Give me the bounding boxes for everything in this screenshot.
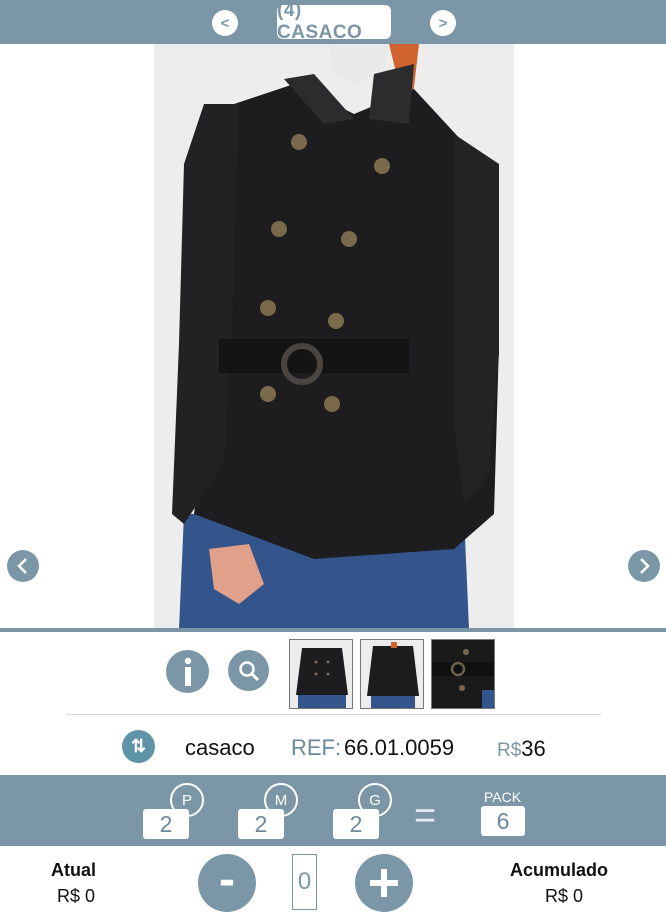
coat-illustration <box>154 44 514 629</box>
size-qty-p[interactable]: 2 <box>143 809 189 839</box>
thumbnail-detail[interactable] <box>431 639 495 709</box>
equals-sign: = <box>414 795 437 837</box>
pack-value: 6 <box>481 806 525 836</box>
product-photo[interactable] <box>154 44 514 629</box>
size-qty-g[interactable]: 2 <box>333 809 379 839</box>
ref-label: REF: <box>291 735 342 760</box>
current-label: Atual <box>51 860 96 880</box>
product-price: R$36 <box>497 736 546 762</box>
sort-arrows-icon: ⇅ <box>130 736 147 756</box>
coat-back-thumbnail <box>361 640 423 708</box>
info-button[interactable] <box>166 650 209 693</box>
category-title: (4) CASACO <box>277 0 391 43</box>
price-value: 36 <box>521 736 546 761</box>
current-value: R$ 0 <box>57 886 96 906</box>
minus-icon: - <box>219 853 235 906</box>
search-icon <box>238 660 259 681</box>
next-category-button[interactable]: > <box>430 10 456 36</box>
plus-icon <box>370 869 398 897</box>
sort-button[interactable]: ⇅ <box>122 730 155 763</box>
info-icon <box>184 657 191 686</box>
image-divider <box>0 628 666 632</box>
accumulated-value: R$ 0 <box>545 886 584 906</box>
product-name: casaco <box>185 735 255 760</box>
chevron-right-icon: > <box>438 14 448 32</box>
next-image-button[interactable] <box>628 550 660 582</box>
product-image-area <box>0 44 666 629</box>
increase-button[interactable] <box>355 854 413 912</box>
thumbnail-back[interactable] <box>360 639 424 709</box>
price-currency: R$ <box>497 740 522 761</box>
prev-category-button[interactable]: < <box>212 10 238 36</box>
coat-detail-thumbnail <box>432 640 494 708</box>
accumulated-label: Acumulado <box>510 860 609 880</box>
zoom-button[interactable] <box>228 650 269 691</box>
thumbnail-front[interactable] <box>289 639 353 709</box>
section-divider <box>66 714 601 715</box>
chevron-left-icon <box>17 558 27 574</box>
chevron-left-icon: < <box>220 14 230 32</box>
ref-value: 66.01.0059 <box>344 735 455 760</box>
quantity-input[interactable]: 0 <box>292 854 317 910</box>
prev-image-button[interactable] <box>7 550 39 582</box>
size-qty-m[interactable]: 2 <box>238 809 284 839</box>
coat-front-thumbnail <box>290 640 352 708</box>
decrease-button[interactable]: - <box>198 854 256 912</box>
header-bar: < (4) CASACO > <box>0 0 666 44</box>
pack-label: PACK <box>484 789 522 805</box>
chevron-right-icon <box>640 558 650 574</box>
